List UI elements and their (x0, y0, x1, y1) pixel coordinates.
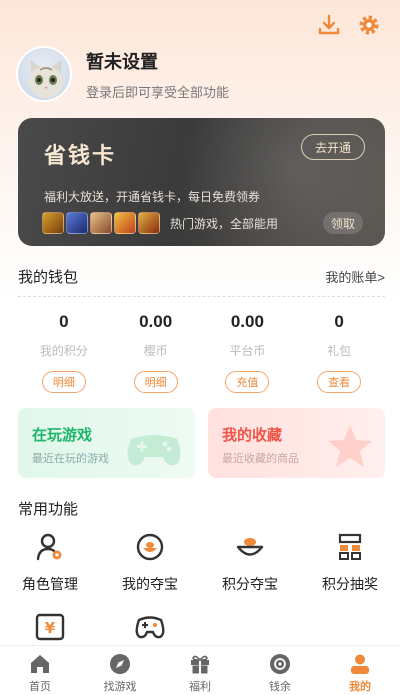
username: 暂未设置 (86, 51, 158, 72)
tab-label: 福利 (189, 681, 211, 693)
game-thumbnail (42, 212, 64, 234)
bill-link[interactable]: 我的账单> (325, 267, 385, 286)
gift-icon (188, 652, 212, 676)
game-thumbnail (114, 212, 136, 234)
compass-icon (108, 652, 132, 676)
wallet-header: 我的钱包 我的账单> (18, 266, 385, 287)
wallet-value: 0 (334, 312, 344, 331)
card-description: 福利大放送，开通省钱卡，每日免费领券 (44, 190, 261, 204)
wallet-label: 樱币 (143, 344, 168, 358)
tab-label: 我的 (349, 681, 371, 693)
wallet-value: 0 (59, 312, 69, 331)
coins-detail-button[interactable]: 明细 (133, 371, 178, 393)
func-label: 角色管理 (22, 576, 78, 592)
playing-games-tile[interactable]: 在玩游戏 最近在玩的游戏 (18, 408, 195, 478)
download-icon[interactable] (316, 12, 342, 38)
tab-balance[interactable]: 钱余 (240, 646, 320, 695)
tile-title: 在玩游戏 (32, 427, 93, 444)
wallet-item-coins: 0.00 樱币 明细 (110, 312, 202, 393)
card-open-button[interactable]: 去开通 (301, 134, 365, 160)
game-thumbnail (90, 212, 112, 234)
role-manage-icon (33, 530, 67, 564)
wallet-value: 0.00 (139, 312, 173, 331)
star-icon (325, 423, 375, 474)
func-points-treasure[interactable]: 积分夺宝 (200, 530, 300, 610)
user-icon (348, 652, 372, 676)
tab-label: 找游戏 (103, 681, 137, 693)
card-title: 省钱卡 (44, 143, 117, 168)
tab-mine[interactable]: 我的 (320, 646, 400, 695)
my-page: 暂未设置 登录后即可享受全部功能 省钱卡 去开通 福利大放送，开通省钱卡，每日免… (0, 0, 400, 695)
card-claim-button[interactable]: 领取 (323, 212, 363, 234)
lottery-icon (333, 530, 367, 564)
svg-text:¥: ¥ (45, 619, 56, 637)
tab-label: 首页 (29, 681, 51, 693)
tab-home[interactable]: 首页 (0, 646, 80, 695)
wallet-icon (268, 652, 292, 676)
wallet-label: 我的积分 (39, 344, 88, 358)
game-thumbnail (66, 212, 88, 234)
points-detail-button[interactable]: 明细 (41, 371, 86, 393)
wallet-label: 平台币 (229, 344, 266, 358)
profile[interactable]: 暂未设置 登录后即可享受全部功能 (16, 46, 229, 102)
recharge-button[interactable]: 充值 (225, 371, 270, 393)
gamepad-icon (133, 610, 167, 644)
card-games: 热门游戏，全部能用 (42, 212, 278, 234)
bottom-tab-bar: 首页 找游戏 福利 钱余 我的 (0, 645, 400, 695)
wallet-label: 礼包 (327, 344, 352, 358)
money-saving-card[interactable]: 省钱卡 去开通 福利大放送，开通省钱卡，每日免费领券 热门游戏，全部能用 领取 (18, 118, 385, 246)
gamepad-icon (123, 429, 185, 474)
func-points-lottery[interactable]: 积分抽奖 (300, 530, 400, 610)
wallet-item-gifts: 0 礼包 查看 (293, 312, 385, 393)
tab-label: 钱余 (269, 681, 291, 693)
wallet-item-platform-coins: 0.00 平台币 充值 (202, 312, 294, 393)
wallet-title: 我的钱包 (18, 269, 79, 286)
func-label: 积分抽奖 (322, 576, 378, 592)
login-tip: 登录后即可享受全部功能 (86, 84, 230, 100)
wallet-item-points: 0 我的积分 明细 (18, 312, 110, 393)
treasure-icon (133, 530, 167, 564)
func-my-treasure[interactable]: 我的夺宝 (100, 530, 200, 610)
voucher-icon: ¥ (33, 610, 67, 644)
divider (18, 296, 385, 297)
tab-welfare[interactable]: 福利 (160, 646, 240, 695)
wallet-value: 0.00 (230, 312, 264, 331)
avatar[interactable] (16, 46, 72, 102)
gear-icon[interactable] (356, 12, 382, 38)
favorites-tile[interactable]: 我的收藏 最近收藏的商品 (208, 408, 385, 478)
gifts-view-button[interactable]: 查看 (317, 371, 362, 393)
wallet-stats: 0 我的积分 明细 0.00 樱币 明细 0.00 平台币 充值 0 礼包 查看 (18, 312, 385, 393)
common-functions-title: 常用功能 (18, 501, 79, 518)
tile-subtitle: 最近收藏的商品 (222, 453, 299, 465)
tab-find-games[interactable]: 找游戏 (80, 646, 160, 695)
points-treasure-icon (233, 530, 267, 564)
func-role-manage[interactable]: 角色管理 (0, 530, 100, 610)
home-icon (28, 652, 52, 676)
tile-subtitle: 最近在玩的游戏 (32, 453, 109, 465)
func-label: 我的夺宝 (122, 576, 178, 592)
card-games-text: 热门游戏，全部能用 (170, 216, 279, 231)
top-actions (316, 12, 382, 38)
game-thumbnail (138, 212, 160, 234)
func-label: 积分夺宝 (222, 576, 278, 592)
tile-title: 我的收藏 (222, 427, 283, 444)
